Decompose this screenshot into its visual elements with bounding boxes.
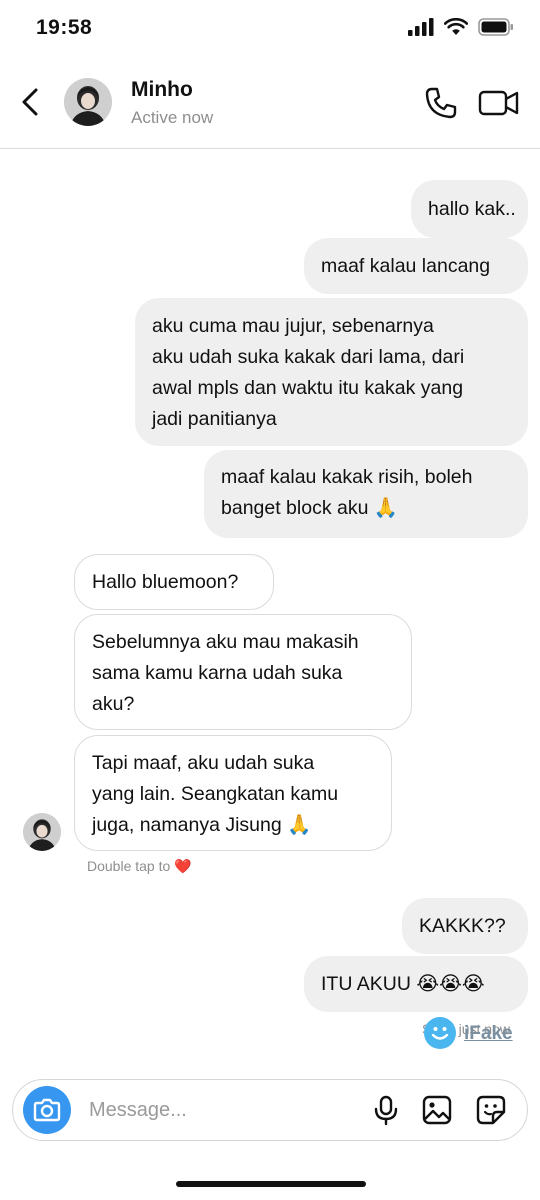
chat-header: Minho Active now	[0, 62, 540, 149]
message-text: juga, namanya Jisung 🙏	[92, 813, 312, 836]
message-text: Tapi maaf, aku udah suka	[92, 751, 315, 774]
back-arrow-icon[interactable]	[16, 86, 46, 118]
sticker-icon[interactable]	[475, 1094, 507, 1126]
home-indicator	[176, 1181, 366, 1187]
message-text: yang lain. Seangkatan kamu	[92, 782, 339, 805]
avatar-photo-icon	[23, 813, 61, 851]
contact-name[interactable]: Minho	[131, 78, 193, 102]
microphone-icon[interactable]	[370, 1094, 402, 1126]
contact-status: Active now	[131, 108, 214, 127]
message-text: maaf kalau kakak risih, boleh	[221, 466, 473, 488]
status-time: 19:58	[36, 16, 93, 39]
message-text: awal mpls dan waktu itu kakak yang	[152, 377, 464, 399]
message-bubble-outgoing[interactable]: maaf kalau lancang	[304, 238, 528, 294]
message-bubble-outgoing[interactable]: hallo kak..	[411, 180, 528, 238]
camera-icon	[33, 1098, 61, 1122]
battery-icon	[478, 18, 513, 36]
message-bubble-outgoing[interactable]: KAKKK??	[402, 898, 528, 954]
message-bubble-incoming[interactable]: Tapi maaf, aku udah suka yang lain. Sean…	[74, 735, 392, 851]
message-bubble-incoming[interactable]: Sebelumnya aku mau makasih sama kamu kar…	[74, 614, 412, 730]
status-icons	[408, 18, 514, 36]
sender-avatar[interactable]	[23, 813, 61, 851]
message-text: jadi panitianya	[152, 408, 277, 430]
message-text: aku cuma mau jujur, sebenarnya	[152, 315, 434, 337]
video-call-icon[interactable]	[478, 86, 520, 120]
watermark: iFake	[424, 1017, 516, 1051]
smiley-icon	[424, 1017, 456, 1049]
message-text: Sebelumnya aku mau makasih	[92, 630, 359, 653]
message-composer	[12, 1079, 528, 1141]
status-bar: 19:58	[0, 0, 540, 60]
watermark-text: iFake	[464, 1023, 513, 1044]
message-bubble-outgoing[interactable]: maaf kalau kakak risih, boleh banget blo…	[204, 450, 528, 538]
message-bubble-outgoing[interactable]: ITU AKUU 😭😭😭	[304, 956, 528, 1012]
message-text: Hallo bluemoon?	[92, 570, 239, 593]
message-text: KAKKK??	[419, 914, 506, 937]
message-text: maaf kalau lancang	[321, 254, 491, 277]
gallery-icon[interactable]	[421, 1094, 453, 1126]
message-text: banget block aku 🙏	[221, 497, 399, 519]
message-text: aku?	[92, 692, 135, 715]
avatar-photo-icon	[64, 78, 112, 126]
camera-button[interactable]	[23, 1086, 71, 1134]
message-text: aku udah suka kakak dari lama, dari	[152, 346, 465, 368]
message-bubble-outgoing[interactable]: aku cuma mau jujur, sebenarnya aku udah …	[135, 298, 528, 446]
contact-avatar[interactable]	[64, 78, 112, 126]
message-text: hallo kak..	[428, 197, 516, 220]
message-input[interactable]	[87, 1094, 351, 1126]
double-tap-hint: Double tap to ❤️	[87, 858, 192, 874]
message-bubble-incoming[interactable]: Hallo bluemoon?	[74, 554, 274, 610]
phone-call-icon[interactable]	[424, 86, 458, 120]
cellular-signal-icon	[408, 18, 434, 36]
message-text: ITU AKUU 😭😭😭	[321, 972, 485, 995]
wifi-icon	[444, 18, 468, 35]
message-text: sama kamu karna udah suka	[92, 661, 343, 684]
